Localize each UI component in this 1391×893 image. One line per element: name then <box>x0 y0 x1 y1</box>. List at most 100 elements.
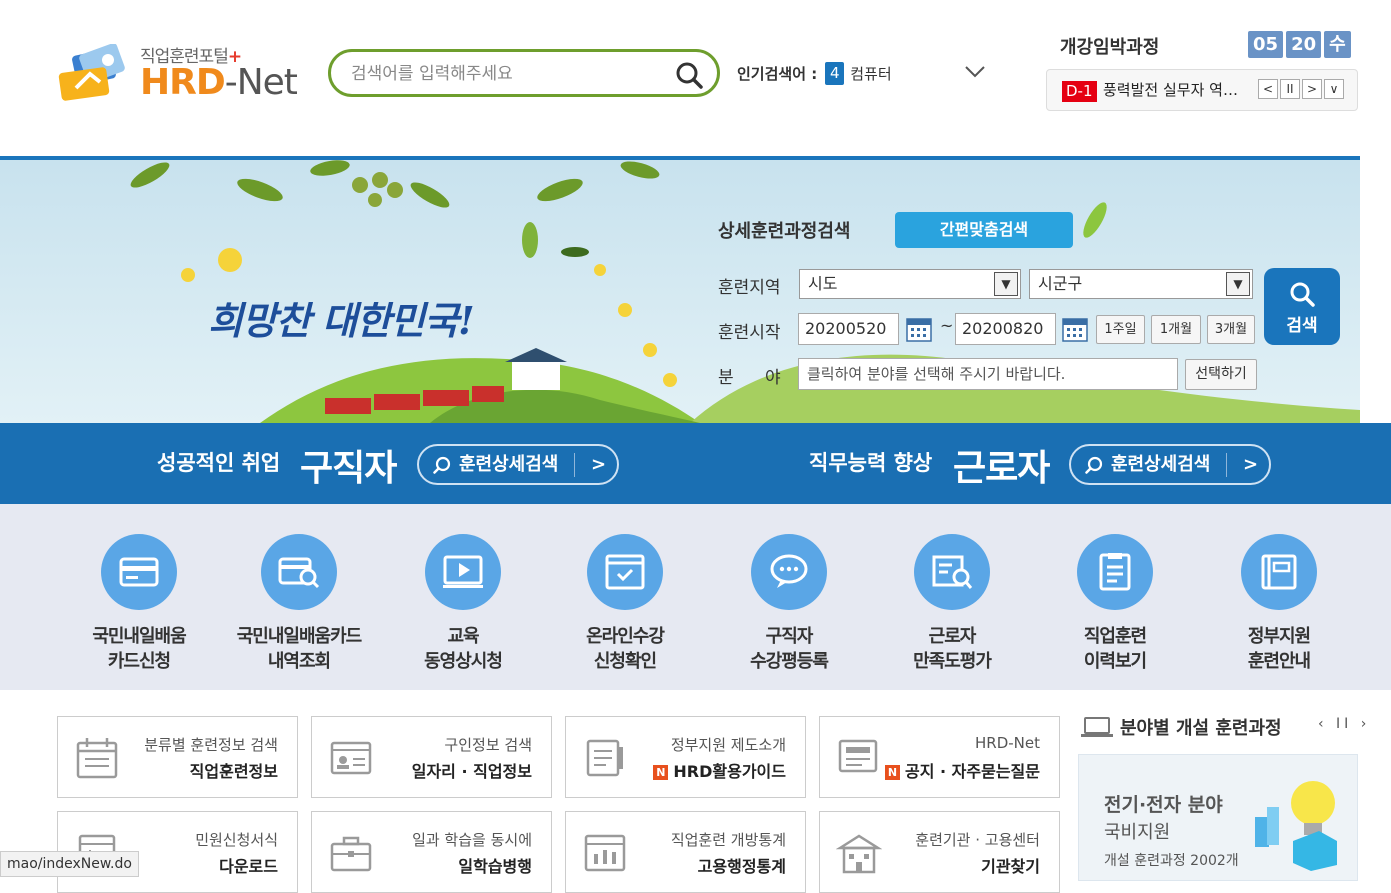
tile-title: 일학습병행 <box>458 857 532 876</box>
sigungu-select[interactable]: 시군구 ▼ <box>1029 269 1253 299</box>
quick-menu-item-online-check[interactable]: 온라인수강 신청확인 <box>543 534 707 674</box>
field-courses-card[interactable]: 전기·전자 분야 국비지원 개설 훈련과정 2002개 <box>1078 754 1358 881</box>
date-from-input[interactable]: 20200520 <box>798 313 899 345</box>
tile-subtitle: 정부지원 제도소개 <box>670 736 786 754</box>
upcoming-course-link[interactable]: 풍력발전 실무자 역량강화 <box>1103 79 1251 100</box>
tile-subtitle: HRD-Net <box>975 734 1040 752</box>
worker-title: 근로자 <box>953 448 1050 489</box>
quick-menu-label-2: 동영상시청 <box>424 651 503 672</box>
jobseeker-tagline: 성공적인 취업 <box>157 451 281 475</box>
tile-title: HRD활용가이드 <box>673 762 786 781</box>
quick-menu: 국민내일배움카드신청 국민내일배움카드 내역조회 교육동영상시청 온라인수강 신청확… <box>0 504 1391 690</box>
quick-search-button[interactable]: 간편맞춤검색 <box>895 212 1073 248</box>
field-select-input[interactable]: 클릭하여 분야를 선택해 주시기 바랍니다. <box>798 358 1178 390</box>
video-icon <box>443 555 483 588</box>
tile-subtitle: 구인정보 검색 <box>444 736 532 754</box>
tile-hrd-guide[interactable]: 정부지원 제도소개 N HRD활용가이드 <box>565 716 806 798</box>
status-bar-url: mao/indexNew.do <box>0 851 139 877</box>
quick-menu-item-history[interactable]: 직업훈련 이력보기 <box>1033 534 1197 674</box>
quick-menu-label-2: 훈련안내 <box>1247 651 1311 672</box>
quick-menu-item-review[interactable]: 구직자 수강평등록 <box>707 534 871 674</box>
browser-check-icon <box>605 554 645 590</box>
search-icon <box>433 456 451 474</box>
start-date-label: 훈련시작 <box>718 323 781 343</box>
range-1week-button[interactable]: 1주일 <box>1096 315 1145 344</box>
ticker-prev-button[interactable]: < <box>1258 79 1278 99</box>
field-label-1: 분 <box>718 368 734 388</box>
range-1month-button[interactable]: 1개월 <box>1151 315 1201 344</box>
quick-menu-item-video[interactable]: 교육동영상시청 <box>381 534 545 674</box>
quick-menu-item-gov-training[interactable]: 정부지원 훈련안내 <box>1197 534 1361 674</box>
upcoming-date: 05 20 수 <box>1248 31 1351 58</box>
field-courses-title-text: 분야별 개설 훈련과정 <box>1120 718 1282 739</box>
field-course-count: 개설 훈련과정 2002개 <box>1104 853 1239 869</box>
new-badge: N <box>653 765 669 780</box>
quick-menu-item-card-history[interactable]: 국민내일배움카드 내역조회 <box>217 534 381 674</box>
sido-select[interactable]: 시도 ▼ <box>799 269 1021 299</box>
field-select-button[interactable]: 선택하기 <box>1185 359 1257 390</box>
card-icon <box>119 557 159 587</box>
chevron-down-icon[interactable] <box>960 58 990 84</box>
field-courses-controls[interactable]: ‹ II › <box>1318 716 1370 732</box>
jobseeker-detail-search-button[interactable]: 훈련상세검색 > <box>417 444 619 485</box>
popular-keyword-link[interactable]: 컴퓨터 <box>850 63 891 84</box>
worker-detail-search-label: 훈련상세검색 <box>1111 454 1211 475</box>
ticker-pause-button[interactable]: II <box>1280 79 1300 99</box>
tile-title: 일자리 · 직업정보 <box>411 762 532 781</box>
field-course-category: 전기·전자 분야 <box>1104 794 1223 816</box>
book-icon <box>1261 554 1297 590</box>
calendar-icon <box>76 738 118 779</box>
chat-icon <box>770 554 808 588</box>
tile-subtitle: 분류별 훈련정보 검색 <box>144 736 278 754</box>
quick-menu-label-2: 만족도평가 <box>913 651 992 672</box>
quick-menu-item-satisfaction[interactable]: 근로자 만족도평가 <box>870 534 1034 674</box>
field-course-support: 국비지원 <box>1104 822 1171 843</box>
worker-detail-search-button[interactable]: 훈련상세검색 > <box>1069 444 1271 485</box>
quick-menu-label-1: 국민내일배움 <box>92 626 186 647</box>
tile-title: 기관찾기 <box>981 857 1040 876</box>
range-3month-button[interactable]: 3개월 <box>1207 315 1255 344</box>
dday-badge: D-1 <box>1062 81 1097 102</box>
popular-label: 인기검색어 : <box>737 64 818 83</box>
quick-menu-label-1: 교육 <box>447 626 479 647</box>
upcoming-title: 개강임박과정 <box>1060 37 1160 58</box>
logo-brand-hrd: HRD <box>140 62 226 103</box>
field-courses-title: 분야별 개설 훈련과정 <box>1080 714 1282 740</box>
search-input[interactable] <box>351 61 671 87</box>
detail-search-button[interactable]: 검색 <box>1264 268 1340 345</box>
chevron-right-icon: > <box>1243 454 1259 475</box>
detail-search-label: 검색 <box>1286 316 1318 336</box>
card-search-icon <box>278 557 320 589</box>
region-label: 훈련지역 <box>718 278 781 298</box>
calendar-icon[interactable] <box>1061 315 1089 343</box>
tile-training-info[interactable]: 분류별 훈련정보 검색 직업훈련정보 <box>57 716 298 798</box>
tile-notice-faq[interactable]: HRD-Net N 공지 · 자주묻는질문 <box>819 716 1060 798</box>
quick-menu-item-card-apply[interactable]: 국민내일배움카드신청 <box>57 534 221 674</box>
tile-title: 공지 · 자주묻는질문 <box>905 762 1040 781</box>
ticker-expand-button[interactable]: ∨ <box>1324 79 1344 99</box>
quick-menu-label-2: 카드신청 <box>107 651 171 672</box>
date-weekday: 수 <box>1324 31 1351 58</box>
logo-brand-net: -Net <box>224 62 298 103</box>
document-icon <box>586 739 623 777</box>
hrd-net-logo[interactable]: 직업훈련포털+ HRD-Net <box>56 40 306 110</box>
clipboard-icon <box>1099 553 1131 591</box>
tile-subtitle: 직업훈련 개방통계 <box>670 831 786 849</box>
search-icon[interactable] <box>675 61 703 89</box>
divider <box>1226 453 1227 477</box>
quick-menu-label-1: 구직자 <box>765 626 814 647</box>
sido-value: 시도 <box>808 274 838 293</box>
logo-figure-icon <box>58 44 125 101</box>
tile-subtitle: 민원신청서식 <box>195 831 278 849</box>
quick-menu-label-2: 이력보기 <box>1083 651 1147 672</box>
target-band: 성공적인 취업 구직자 훈련상세검색 > 직무능력 향상 근로자 훈련상세검색 … <box>0 423 1391 504</box>
bar-chart-icon <box>584 834 626 872</box>
laptop-icon <box>1081 717 1113 737</box>
date-to-input[interactable]: 20200820 <box>955 313 1056 345</box>
building-icon <box>836 834 882 874</box>
ticker-next-button[interactable]: > <box>1302 79 1322 99</box>
new-badge: N <box>885 765 901 780</box>
tile-title: 직업훈련정보 <box>189 762 278 781</box>
tile-job-info[interactable]: 구인정보 검색 일자리 · 직업정보 <box>311 716 552 798</box>
calendar-icon[interactable] <box>905 315 933 343</box>
